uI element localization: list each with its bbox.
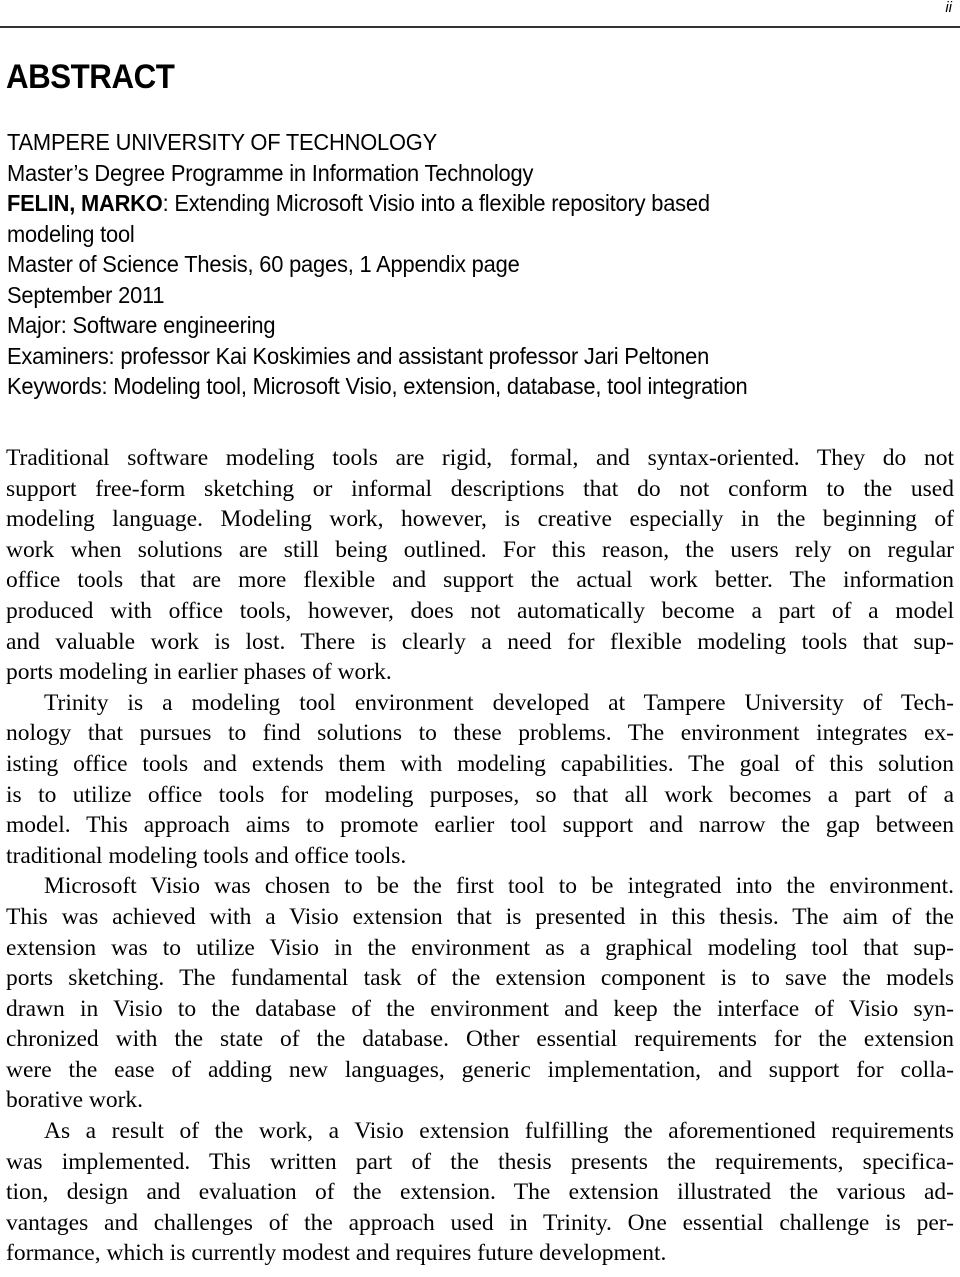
thesis-metadata: TAMPERE UNIVERSITY OF TECHNOLOGY Master’…	[7, 127, 803, 402]
abstract-paragraph-3: Microsoft Visio was chosen to be the fir…	[6, 871, 954, 1116]
paragraph-line: and valuable work is lost. There is clea…	[6, 628, 954, 655]
thesis-title-continued: modeling tool	[7, 220, 135, 247]
author-name: FELIN, MARKO	[7, 190, 163, 216]
paragraph-line: Trinity is a modeling tool environment d…	[44, 689, 954, 716]
paragraph-line: model. This approach aims to promote ear…	[6, 812, 954, 839]
abstract-paragraph-4: As a result of the work, a Visio extensi…	[6, 1116, 954, 1269]
paragraph-line: produced with office tools, however, doe…	[6, 597, 954, 624]
abstract-paragraph-2: Trinity is a modeling tool environment d…	[6, 688, 954, 872]
keywords: Keywords: Modeling tool, Microsoft Visio…	[7, 373, 748, 399]
paragraph-line: work when solutions are still being outl…	[6, 536, 954, 563]
paragraph-line: chronized with the state of the database…	[6, 1026, 954, 1053]
author-title-line: FELIN, MARKO: Extending Microsoft Visio …	[7, 188, 748, 219]
paragraph-line: Microsoft Visio was chosen to be the fir…	[44, 873, 954, 900]
examiners: Examiners: professor Kai Koskimies and a…	[7, 342, 710, 369]
paragraph-line: As a result of the work, a Visio extensi…	[44, 1118, 954, 1145]
paragraph-line: formance, which is currently modest and …	[6, 1240, 667, 1267]
paragraph-line: modeling language. Modeling work, howeve…	[6, 506, 954, 533]
thesis-title: : Extending Microsoft Visio into a flexi…	[162, 190, 710, 216]
university-name: TAMPERE UNIVERSITY OF TECHNOLOGY	[7, 129, 438, 155]
paragraph-line: is to utilize office tools for modeling …	[6, 781, 954, 808]
paragraph-line: Traditional software modeling tools are …	[6, 445, 954, 471]
page-title: ABSTRACT	[6, 58, 175, 96]
abstract-paragraph-1: Traditional software modeling tools are …	[6, 443, 954, 688]
paragraph-line: vantages and challenges of the approach …	[6, 1209, 954, 1236]
paragraph-line: was implemented. This written part of th…	[6, 1148, 954, 1175]
paragraph-line: extension was to utilize Visio in the en…	[6, 934, 954, 961]
paragraph-line: ports sketching. The fundamental task of…	[6, 965, 954, 992]
paragraph-line: isting office tools and extends them wit…	[6, 750, 954, 777]
paragraph-line: This was achieved with a Visio extension…	[6, 903, 954, 930]
degree-programme: Master’s Degree Programme in Information…	[7, 159, 534, 186]
major: Major: Software engineering	[7, 312, 276, 338]
paragraph-line: tion, design and evaluation of the exten…	[6, 1179, 954, 1206]
paragraph-line: ports modeling in earlier phases of work…	[6, 659, 392, 686]
paragraph-line: nology that pursues to find solutions to…	[6, 720, 954, 747]
thesis-info: Master of Science Thesis, 60 pages, 1 Ap…	[7, 251, 520, 277]
paragraph-line: support free-form sketching or informal …	[6, 475, 954, 502]
thesis-date: September 2011	[7, 281, 165, 308]
paragraph-line: borative work.	[6, 1087, 144, 1114]
paragraph-line: were the ease of adding new languages, g…	[6, 1056, 954, 1083]
page-number: ii	[945, 0, 952, 16]
paragraph-line: traditional modeling tools and office to…	[6, 842, 407, 869]
abstract-body: Traditional software modeling tools are …	[6, 443, 954, 1269]
header-rule	[0, 26, 960, 28]
paragraph-line: office tools that are more flexible and …	[6, 567, 954, 594]
paragraph-line: drawn in Visio to the database of the en…	[6, 995, 954, 1022]
